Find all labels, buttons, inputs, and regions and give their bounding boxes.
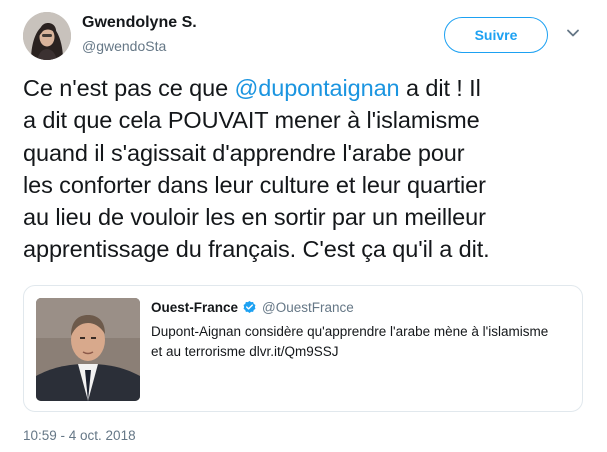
quoted-text-line: et au terrorisme dlvr.it/Qm9SSJ <box>151 344 339 359</box>
tweet-line: quand il s'agissait d'apprendre l'arabe … <box>23 139 465 166</box>
user-handle[interactable]: @gwendoSta <box>82 38 166 54</box>
chevron-down-icon[interactable] <box>566 26 580 40</box>
tweet-line: les conforter dans leur culture et leur … <box>23 171 486 198</box>
tweet-line: a dit que cela POUVAIT mener à l'islamis… <box>23 107 480 134</box>
tweet-line: au lieu de vouloir les en sortir par un … <box>23 204 486 231</box>
quoted-tweet-card[interactable]: Ouest-France @OuestFrance Dupont-Aignan … <box>23 285 583 412</box>
tweet-timestamp[interactable]: 10:59 - 4 oct. 2018 <box>23 428 136 443</box>
tweet-text-segment: Ce n'est pas ce que <box>23 75 235 101</box>
quoted-tweet-header: Ouest-France @OuestFrance <box>151 300 354 315</box>
quoted-text-line: Dupont-Aignan considère qu'apprendre l'a… <box>151 324 549 339</box>
quoted-tweet-image <box>36 298 140 401</box>
mention-link[interactable]: @dupontaignan <box>235 75 400 101</box>
tweet-line: apprentissage du français. C'est ça qu'i… <box>23 236 490 263</box>
verified-badge-icon <box>243 300 256 313</box>
tweet-text-segment: a dit ! Il <box>399 75 481 101</box>
quoted-author-handle[interactable]: @OuestFrance <box>262 300 354 315</box>
avatar[interactable] <box>23 12 71 60</box>
quoted-tweet-text: Dupont-Aignan considère qu'apprendre l'a… <box>151 322 571 362</box>
follow-button[interactable]: Suivre <box>444 17 548 53</box>
display-name[interactable]: Gwendolyne S. <box>82 14 197 32</box>
tweet-text: Ce n'est pas ce que @dupontaignan a dit … <box>23 72 593 266</box>
tweet-line: Ce n'est pas ce que @dupontaignan a dit … <box>23 72 593 104</box>
quoted-author-name[interactable]: Ouest-France <box>151 300 238 315</box>
